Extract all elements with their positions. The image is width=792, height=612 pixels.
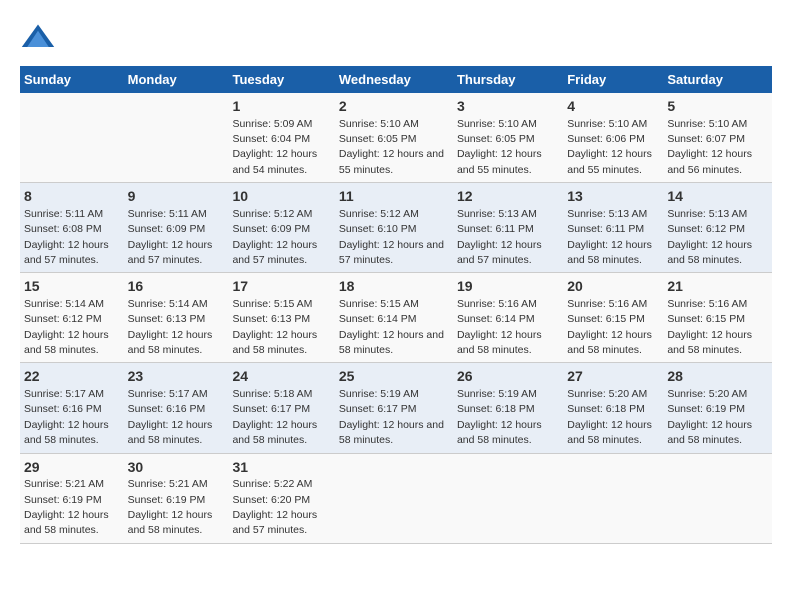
calendar-header-row: SundayMondayTuesdayWednesdayThursdayFrid… (20, 66, 772, 93)
column-header-monday: Monday (124, 66, 229, 93)
column-header-tuesday: Tuesday (228, 66, 334, 93)
calendar-cell: 12Sunrise: 5:13 AMSunset: 6:11 PMDayligh… (453, 183, 563, 273)
column-header-thursday: Thursday (453, 66, 563, 93)
calendar-cell: 4Sunrise: 5:10 AMSunset: 6:06 PMDaylight… (563, 93, 663, 183)
logo (20, 20, 60, 56)
calendar-cell: 19Sunrise: 5:16 AMSunset: 6:14 PMDayligh… (453, 273, 563, 363)
calendar-cell: 30Sunrise: 5:21 AMSunset: 6:19 PMDayligh… (124, 453, 229, 543)
calendar-cell: 25Sunrise: 5:19 AMSunset: 6:17 PMDayligh… (335, 363, 453, 453)
calendar-cell: 18Sunrise: 5:15 AMSunset: 6:14 PMDayligh… (335, 273, 453, 363)
calendar-cell: 5Sunrise: 5:10 AMSunset: 6:07 PMDaylight… (663, 93, 772, 183)
column-header-wednesday: Wednesday (335, 66, 453, 93)
calendar-cell: 17Sunrise: 5:15 AMSunset: 6:13 PMDayligh… (228, 273, 334, 363)
calendar-cell: 10Sunrise: 5:12 AMSunset: 6:09 PMDayligh… (228, 183, 334, 273)
calendar-cell: 31Sunrise: 5:22 AMSunset: 6:20 PMDayligh… (228, 453, 334, 543)
calendar-table: SundayMondayTuesdayWednesdayThursdayFrid… (20, 66, 772, 544)
week-row-3: 15Sunrise: 5:14 AMSunset: 6:12 PMDayligh… (20, 273, 772, 363)
calendar-cell: 24Sunrise: 5:18 AMSunset: 6:17 PMDayligh… (228, 363, 334, 453)
week-row-5: 29Sunrise: 5:21 AMSunset: 6:19 PMDayligh… (20, 453, 772, 543)
calendar-cell (335, 453, 453, 543)
calendar-cell: 11Sunrise: 5:12 AMSunset: 6:10 PMDayligh… (335, 183, 453, 273)
calendar-cell: 29Sunrise: 5:21 AMSunset: 6:19 PMDayligh… (20, 453, 124, 543)
calendar-cell: 13Sunrise: 5:13 AMSunset: 6:11 PMDayligh… (563, 183, 663, 273)
week-row-4: 22Sunrise: 5:17 AMSunset: 6:16 PMDayligh… (20, 363, 772, 453)
calendar-cell: 16Sunrise: 5:14 AMSunset: 6:13 PMDayligh… (124, 273, 229, 363)
calendar-cell: 14Sunrise: 5:13 AMSunset: 6:12 PMDayligh… (663, 183, 772, 273)
calendar-cell: 2Sunrise: 5:10 AMSunset: 6:05 PMDaylight… (335, 93, 453, 183)
calendar-cell: 27Sunrise: 5:20 AMSunset: 6:18 PMDayligh… (563, 363, 663, 453)
calendar-cell: 28Sunrise: 5:20 AMSunset: 6:19 PMDayligh… (663, 363, 772, 453)
calendar-cell: 15Sunrise: 5:14 AMSunset: 6:12 PMDayligh… (20, 273, 124, 363)
calendar-cell: 22Sunrise: 5:17 AMSunset: 6:16 PMDayligh… (20, 363, 124, 453)
calendar-cell: 21Sunrise: 5:16 AMSunset: 6:15 PMDayligh… (663, 273, 772, 363)
calendar-cell: 3Sunrise: 5:10 AMSunset: 6:05 PMDaylight… (453, 93, 563, 183)
calendar-cell (663, 453, 772, 543)
calendar-cell: 9Sunrise: 5:11 AMSunset: 6:09 PMDaylight… (124, 183, 229, 273)
calendar-cell (453, 453, 563, 543)
calendar-cell (124, 93, 229, 183)
column-header-sunday: Sunday (20, 66, 124, 93)
column-header-saturday: Saturday (663, 66, 772, 93)
column-header-friday: Friday (563, 66, 663, 93)
calendar-cell: 1Sunrise: 5:09 AMSunset: 6:04 PMDaylight… (228, 93, 334, 183)
calendar-cell: 26Sunrise: 5:19 AMSunset: 6:18 PMDayligh… (453, 363, 563, 453)
calendar-cell (563, 453, 663, 543)
calendar-cell: 20Sunrise: 5:16 AMSunset: 6:15 PMDayligh… (563, 273, 663, 363)
calendar-cell: 8Sunrise: 5:11 AMSunset: 6:08 PMDaylight… (20, 183, 124, 273)
calendar-cell: 23Sunrise: 5:17 AMSunset: 6:16 PMDayligh… (124, 363, 229, 453)
week-row-1: 1Sunrise: 5:09 AMSunset: 6:04 PMDaylight… (20, 93, 772, 183)
week-row-2: 8Sunrise: 5:11 AMSunset: 6:08 PMDaylight… (20, 183, 772, 273)
page-header (20, 20, 772, 56)
calendar-cell (20, 93, 124, 183)
